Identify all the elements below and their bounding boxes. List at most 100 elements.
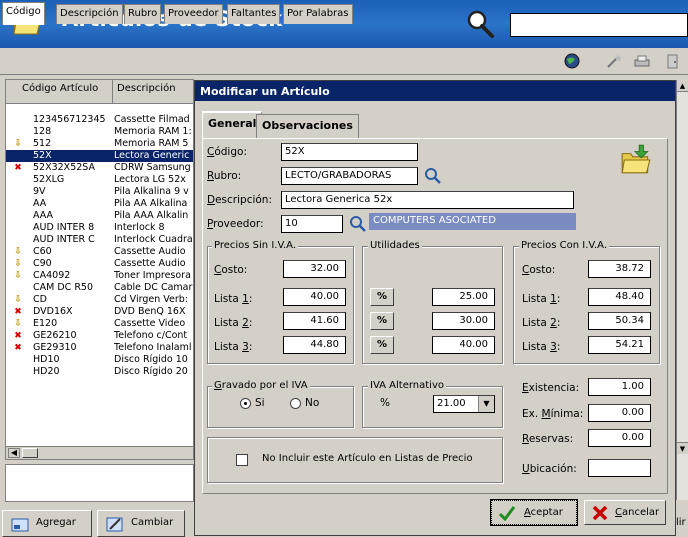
globe-icon[interactable] [563, 52, 581, 70]
articles-table[interactable]: Código Artículo Descripción 123456712345… [5, 79, 194, 459]
magnifier-icon[interactable] [464, 8, 496, 40]
table-row[interactable]: AUD INTER C Interlock Cuadra [6, 234, 193, 246]
utilidad3-field[interactable]: 40.00 [432, 336, 495, 354]
table-row[interactable]: ✖ GE26210 Telefono c/Cont [6, 330, 193, 342]
aceptar-label: Aceptar [524, 507, 563, 518]
sin-costo-field[interactable]: 32.00 [283, 260, 346, 278]
proveedor-label: Proveedor: [207, 218, 264, 230]
con-costo-field[interactable]: 38.72 [588, 260, 651, 278]
table-row[interactable]: AUD INTER 8 Interlock 8 [6, 222, 193, 234]
ex-minima-field[interactable]: 0.00 [588, 404, 651, 422]
scroll-up-arrow-icon[interactable]: ▲ [677, 80, 688, 92]
sin-lista2-field[interactable]: 41.60 [283, 312, 346, 330]
cell-descripcion: Memoria RAM 1: [114, 126, 192, 137]
cell-codigo: CA4092 [33, 270, 71, 281]
tab-codigo[interactable]: Código [2, 2, 45, 25]
pct-lista1-button[interactable]: % [370, 288, 394, 306]
table-row[interactable]: AA Pila AA Alkalina [6, 198, 193, 210]
tab-rubro[interactable]: Rubro [124, 4, 162, 24]
reservas-field[interactable]: 0.00 [588, 429, 651, 447]
exit-icon[interactable] [664, 52, 682, 70]
chevron-down-icon[interactable]: ▼ [478, 396, 494, 412]
tab-faltantes[interactable]: Faltantes [227, 4, 281, 24]
vertical-scrollbar[interactable]: ▲ ▼ [676, 80, 688, 500]
ubicacion-field[interactable] [588, 459, 651, 477]
rubro-search-icon[interactable] [424, 167, 442, 185]
cancel-x-icon [592, 505, 608, 521]
table-row[interactable]: 128 Memoria RAM 1: [6, 126, 193, 138]
ubicacion-label: Ubicación: [522, 463, 577, 475]
utilidades-title: Utilidades [368, 240, 422, 251]
missing-x-icon: ✖ [14, 343, 22, 353]
scroll-left-arrow-icon[interactable]: ◀ [8, 448, 20, 458]
salir-label-fragment[interactable]: lir [676, 517, 686, 528]
cambiar-button[interactable]: Cambiar [97, 510, 185, 537]
existencia-field[interactable]: 1.00 [588, 378, 651, 396]
table-row[interactable]: ✖ GE29310 Telefono Inalaml [6, 342, 193, 354]
cell-codigo: 123456712345 [33, 114, 106, 125]
table-row[interactable]: ⇩ C90 Cassette Audio [6, 258, 193, 270]
utilidad1-field[interactable]: 25.00 [432, 288, 495, 306]
search-input[interactable] [510, 13, 688, 37]
aceptar-button[interactable]: Aceptar [490, 499, 578, 526]
con-lista1-field[interactable]: 48.40 [588, 288, 651, 306]
cell-descripcion: Pila AAA Alkalin [114, 210, 189, 221]
proveedor-search-icon[interactable] [349, 215, 367, 233]
cell-descripcion: Cable DC Camar [114, 282, 193, 293]
table-row[interactable]: ⇩ E120 Cassette Video [6, 318, 193, 330]
tab-por-palabras[interactable]: Por Palabras [283, 4, 353, 24]
tab-general[interactable]: General [202, 111, 263, 139]
table-row[interactable]: 9V Pila Alkalina 9 v [6, 186, 193, 198]
no-incluir-checkbox[interactable] [236, 454, 248, 466]
table-row[interactable]: ⇩ 512 Memoria RAM 5 [6, 138, 193, 150]
tab-proveedor[interactable]: Proveedor [164, 4, 223, 24]
con-lista2-field[interactable]: 50.34 [588, 312, 651, 330]
wand-icon[interactable] [605, 52, 623, 70]
iva-alternativo-select[interactable]: 21.00 ▼ [433, 395, 495, 413]
table-row[interactable]: ⇩ CD Cd Virgen Verb: [6, 294, 193, 306]
cell-codigo: HD20 [33, 366, 60, 377]
table-row[interactable]: 52X Lectora Generic [6, 150, 193, 162]
pct-lista3-button[interactable]: % [370, 336, 394, 354]
pct-lista2-button[interactable]: % [370, 312, 394, 330]
cell-codigo: 9V [33, 186, 46, 197]
descripcion-field[interactable]: Lectora Generica 52x [281, 191, 574, 209]
cell-descripcion: Pila Alkalina 9 v [114, 186, 189, 197]
column-header-descripcion[interactable]: Descripción [113, 80, 193, 104]
table-row[interactable]: CAM DC R50 Cable DC Camar [6, 282, 193, 294]
sin-costo-label: Costo: [214, 264, 248, 276]
table-row[interactable]: HD10 Disco Rígido 10 [6, 354, 193, 366]
gravado-no-radio[interactable] [290, 398, 301, 409]
table-row[interactable]: 52XLG Lectora LG 52x [6, 174, 193, 186]
scroll-down-arrow-icon[interactable]: ▼ [677, 442, 688, 454]
horizontal-scrollbar[interactable]: ◀ [5, 446, 194, 460]
gravado-si-radio[interactable] [240, 398, 251, 409]
column-header-codigo[interactable]: Código Artículo [6, 80, 113, 104]
table-row[interactable]: AAA Pila AAA Alkalin [6, 210, 193, 222]
printer-icon[interactable] [633, 52, 651, 70]
tab-observaciones[interactable]: Observaciones [256, 114, 359, 138]
cell-descripcion: Memoria RAM 5 [114, 138, 189, 149]
codigo-field[interactable]: 52X [281, 143, 418, 161]
sin-lista1-field[interactable]: 40.00 [283, 288, 346, 306]
utilidad2-field[interactable]: 30.00 [432, 312, 495, 330]
table-row[interactable]: ✖ 52X32X52SA CDRW Samsung [6, 162, 193, 174]
table-row[interactable]: ⇩ CA4092 Toner Impresora [6, 270, 193, 282]
cancelar-button[interactable]: Cancelar [584, 500, 666, 525]
memo-area[interactable] [5, 464, 194, 502]
rubro-field[interactable]: LECTO/GRABADORAS [281, 167, 418, 185]
tab-descripcion[interactable]: Descripción [56, 4, 123, 24]
table-row[interactable]: ✖ DVD16X DVD BenQ 16X [6, 306, 193, 318]
cell-codigo: DVD16X [33, 306, 73, 317]
table-row[interactable]: ⇩ C60 Cassette Audio [6, 246, 193, 258]
sin-lista3-field[interactable]: 44.80 [283, 336, 346, 354]
low-stock-arrow-icon: ⇩ [14, 258, 22, 269]
cell-descripcion: Lectora Generic [114, 150, 190, 161]
table-row[interactable]: 123456712345 Cassette Filmad [6, 114, 193, 126]
proveedor-field[interactable]: 10 [281, 215, 343, 233]
cell-codigo: CD [33, 294, 47, 305]
table-row[interactable]: HD20 Disco Rígido 20 [6, 366, 193, 378]
con-lista3-field[interactable]: 54.21 [588, 336, 651, 354]
scroll-thumb[interactable] [22, 448, 38, 458]
agregar-button[interactable]: Agregar [2, 510, 92, 537]
